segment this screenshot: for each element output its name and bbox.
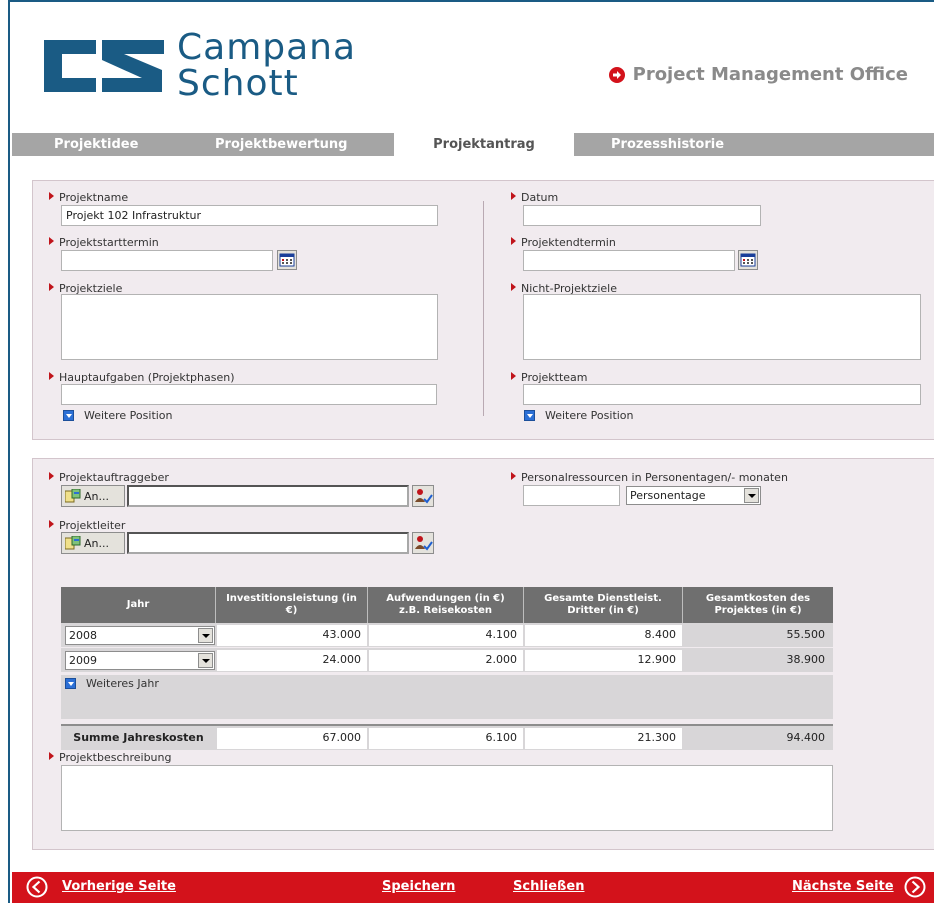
- auftraggeber-input[interactable]: [127, 485, 409, 507]
- pmo-title: Project Management Office: [632, 64, 908, 85]
- table-row: 2008 43.000 4.100 8.400 55.500: [61, 623, 833, 647]
- hauptaufgaben-input[interactable]: [61, 384, 437, 405]
- logo-line1: Campana: [177, 27, 357, 68]
- projektleiter-picker: An...: [61, 532, 434, 554]
- logo-line2: Schott: [177, 63, 299, 104]
- cs-logo-icon: [44, 40, 164, 92]
- vorherige-seite-link[interactable]: Vorherige Seite: [62, 879, 176, 894]
- logo-wordmark: Campana Schott: [177, 30, 356, 102]
- cell-invest[interactable]: 24.000: [217, 650, 367, 671]
- cell-invest[interactable]: 43.000: [217, 625, 367, 646]
- projektauftraggeber-label: Projektauftraggeber: [49, 471, 169, 484]
- chevron-down-icon: [198, 628, 213, 643]
- picker-button-label: An...: [84, 536, 109, 550]
- picker-button-label: An...: [84, 489, 109, 503]
- col-investition: Investitionsleistung (in €): [216, 587, 368, 623]
- ressourcen-unit-value: Personentage: [630, 489, 706, 502]
- projektteam-input[interactable]: [523, 384, 921, 405]
- personalressourcen-input[interactable]: [523, 485, 620, 506]
- projektendtermin-input[interactable]: [523, 250, 735, 271]
- sum-gesamt: 94.400: [684, 728, 831, 749]
- projektleiter-input[interactable]: [127, 532, 409, 554]
- naechste-seite-link[interactable]: Nächste Seite: [792, 879, 894, 894]
- cell-dienstleist[interactable]: 12.900: [525, 650, 682, 671]
- tab-bar: Projektidee Projektbewertung Projektantr…: [12, 131, 934, 158]
- cell-gesamt: 55.500: [684, 625, 831, 646]
- address-book-icon: [65, 489, 81, 503]
- col-jahr: Jahr: [61, 587, 216, 623]
- cell-aufwendungen[interactable]: 4.100: [369, 625, 523, 646]
- tab-projektbewertung[interactable]: Projektbewertung: [215, 133, 347, 156]
- tab-prozesshistorie[interactable]: Prozesshistorie: [611, 133, 724, 156]
- auftraggeber-picker: An...: [61, 485, 434, 507]
- weitere-position-button-left[interactable]: Weitere Position: [63, 409, 173, 422]
- projektziele-textarea[interactable]: [61, 294, 438, 360]
- projektname-label: Projektname: [49, 191, 128, 204]
- person-check-icon[interactable]: [412, 532, 434, 554]
- previous-page-icon[interactable]: [26, 876, 48, 898]
- projektbeschreibung-textarea[interactable]: [61, 765, 833, 831]
- datum-label: Datum: [511, 191, 558, 204]
- speichern-link[interactable]: Speichern: [382, 879, 455, 894]
- cost-table-header: Jahr Investitionsleistung (in €) Aufwend…: [61, 587, 833, 623]
- weitere-position-label: Weitere Position: [84, 409, 173, 422]
- col-gesamtkosten: Gesamtkosten des Projektes (in €): [705, 593, 811, 616]
- sum-invest: 67.000: [217, 728, 367, 749]
- tab-projektidee[interactable]: Projektidee: [54, 133, 138, 156]
- projektteam-label: Projektteam: [511, 371, 588, 384]
- add-down-icon: [65, 678, 76, 689]
- projektname-input[interactable]: Projekt 102 Infrastruktur: [61, 205, 438, 226]
- cell-dienstleist[interactable]: 8.400: [525, 625, 682, 646]
- project-details-panel: Projektauftraggeber An... Projektleiter: [32, 458, 934, 850]
- person-check-icon[interactable]: [412, 485, 434, 507]
- add-down-icon: [524, 410, 535, 421]
- weitere-position-label: Weitere Position: [545, 409, 634, 422]
- sum-aufwendungen: 6.100: [369, 728, 523, 749]
- cell-aufwendungen[interactable]: 2.000: [369, 650, 523, 671]
- projektstarttermin-label: Projektstarttermin: [49, 236, 159, 249]
- datum-input[interactable]: [523, 205, 761, 226]
- next-page-icon[interactable]: [904, 876, 926, 898]
- project-basics-panel: Projektname Projekt 102 Infrastruktur Pr…: [32, 180, 934, 440]
- weiteres-jahr-label: Weiteres Jahr: [86, 677, 159, 690]
- year-value: 2009: [69, 654, 97, 667]
- column-divider: [483, 201, 484, 416]
- red-arrow-circle-icon: [608, 66, 625, 83]
- add-down-icon: [63, 410, 74, 421]
- ressourcen-unit-select[interactable]: Personentage: [626, 486, 761, 505]
- address-book-button[interactable]: An...: [61, 532, 125, 554]
- col-dienstleist: Gesamte Dienstleist. Dritter (in €): [524, 587, 683, 623]
- sum-label: Summe Jahreskosten: [73, 731, 204, 744]
- window-top-border: [10, 0, 934, 2]
- weitere-position-button-right[interactable]: Weitere Position: [524, 409, 634, 422]
- col-aufwendungen: Aufwendungen (in €) z.B. Reisekosten: [368, 587, 524, 623]
- schliessen-link[interactable]: Schließen: [513, 879, 584, 894]
- year-value: 2008: [69, 629, 97, 642]
- chevron-down-icon: [198, 653, 213, 668]
- year-select[interactable]: 2008: [65, 626, 215, 645]
- personalressourcen-label: Personalressourcen in Personentagen/- mo…: [511, 471, 788, 484]
- footer-nav-bar: Vorherige Seite Speichern Schließen Näch…: [12, 872, 934, 903]
- tab-projektantrag[interactable]: Projektantrag: [394, 131, 574, 158]
- calendar-icon[interactable]: [277, 250, 297, 270]
- sum-dienstleist: 21.300: [525, 728, 682, 749]
- hauptaufgaben-label: Hauptaufgaben (Projektphasen): [49, 371, 235, 384]
- projektbeschreibung-label: Projektbeschreibung: [49, 751, 171, 764]
- calendar-icon[interactable]: [738, 250, 758, 270]
- window-left-border: [0, 0, 10, 903]
- sum-row: Summe Jahreskosten 67.000 6.100 21.300 9…: [61, 724, 833, 750]
- address-book-button[interactable]: An...: [61, 485, 125, 507]
- cell-gesamt: 38.900: [684, 650, 831, 671]
- pmo-heading: Project Management Office: [608, 64, 908, 85]
- projektleiter-label: Projektleiter: [49, 519, 125, 532]
- projektstarttermin-input[interactable]: [61, 250, 273, 271]
- projektendtermin-label: Projektendtermin: [511, 236, 616, 249]
- add-year-row: Weiteres Jahr: [61, 675, 833, 719]
- year-select[interactable]: 2009: [65, 651, 215, 670]
- table-row: 2009 24.000 2.000 12.900 38.900: [61, 648, 833, 672]
- chevron-down-icon: [744, 488, 759, 503]
- address-book-icon: [65, 536, 81, 550]
- weiteres-jahr-button[interactable]: Weiteres Jahr: [65, 677, 159, 690]
- nicht-projektziele-textarea[interactable]: [523, 294, 921, 360]
